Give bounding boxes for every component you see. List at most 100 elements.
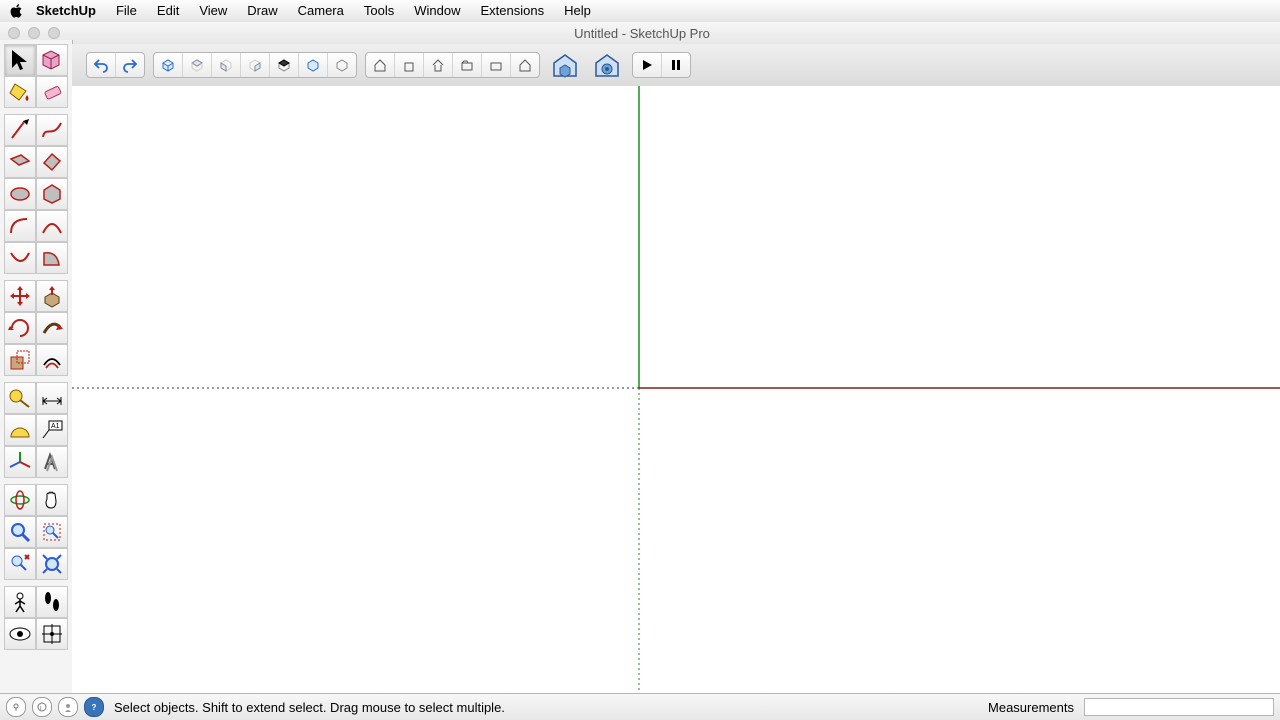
- cube-right-icon: [247, 57, 263, 73]
- house-plus-icon: [372, 57, 388, 73]
- window-titlebar: Untitled - SketchUp Pro: [0, 22, 1280, 45]
- tool-line[interactable]: [4, 114, 36, 146]
- tool-follow-me[interactable]: [36, 312, 68, 344]
- tool-zoom-extents[interactable]: [36, 548, 68, 580]
- view-back-button[interactable]: [270, 53, 299, 77]
- tool-zoom-window[interactable]: [36, 516, 68, 548]
- tool-make-component[interactable]: [36, 44, 68, 76]
- tool-select[interactable]: [4, 44, 36, 76]
- redo-icon: [122, 57, 138, 73]
- scene-mgr-button[interactable]: [511, 53, 539, 77]
- tool-tape-measure[interactable]: [4, 382, 36, 414]
- tool-move[interactable]: [4, 280, 36, 312]
- tool-protractor[interactable]: [4, 414, 36, 446]
- house-up-icon: [430, 57, 446, 73]
- apple-icon[interactable]: [10, 4, 24, 18]
- top-toolbar: [72, 44, 1280, 87]
- measurements-input[interactable]: [1084, 698, 1274, 716]
- tool-offset[interactable]: [36, 344, 68, 376]
- tool-polygon[interactable]: [36, 178, 68, 210]
- cube-front-icon: [218, 57, 234, 73]
- menu-tools[interactable]: Tools: [354, 0, 404, 22]
- large-toolset: A1: [0, 40, 73, 694]
- tool-2point-arc[interactable]: [36, 210, 68, 242]
- scene-del-button[interactable]: [482, 53, 511, 77]
- 3d-warehouse-button[interactable]: [548, 48, 582, 82]
- window-close[interactable]: [8, 27, 20, 39]
- tool-dimension[interactable]: [36, 382, 68, 414]
- signin-icon[interactable]: [58, 697, 78, 717]
- play-icon: [641, 59, 653, 71]
- model-viewport[interactable]: [72, 86, 1280, 694]
- svg-text:A1: A1: [51, 423, 60, 430]
- tool-text[interactable]: A1: [36, 414, 68, 446]
- pause-button[interactable]: [662, 53, 690, 77]
- menu-app[interactable]: SketchUp: [36, 0, 106, 22]
- folder-icon: [459, 57, 475, 73]
- menu-help[interactable]: Help: [554, 0, 601, 22]
- view-top-button[interactable]: [183, 53, 212, 77]
- window-title: Untitled - SketchUp Pro: [60, 26, 1224, 41]
- help-icon[interactable]: ?: [84, 697, 104, 717]
- tool-rectangle[interactable]: [4, 146, 36, 178]
- tool-zoom[interactable]: [4, 516, 36, 548]
- menu-view[interactable]: View: [189, 0, 237, 22]
- window-controls: [0, 27, 60, 39]
- scene-add-button[interactable]: [366, 53, 395, 77]
- view-front-button[interactable]: [212, 53, 241, 77]
- tool-eraser[interactable]: [36, 76, 68, 108]
- tool-freehand[interactable]: [36, 114, 68, 146]
- undo-button[interactable]: [87, 53, 116, 77]
- view-bottom-button[interactable]: [328, 53, 356, 77]
- folder2-icon: [488, 57, 504, 73]
- warehouse-icon: [550, 50, 580, 80]
- cube-back-icon: [276, 57, 292, 73]
- menu-draw[interactable]: Draw: [237, 0, 287, 22]
- menu-edit[interactable]: Edit: [147, 0, 189, 22]
- window-zoom[interactable]: [48, 27, 60, 39]
- scene-update-button[interactable]: [395, 53, 424, 77]
- tool-arc[interactable]: [4, 210, 36, 242]
- tool-walk[interactable]: [36, 586, 68, 618]
- house-icon: [401, 57, 417, 73]
- tool-scale[interactable]: [4, 344, 36, 376]
- tool-section-plane[interactable]: [36, 618, 68, 650]
- tool-circle[interactable]: [4, 178, 36, 210]
- menu-extensions[interactable]: Extensions: [470, 0, 554, 22]
- credits-icon[interactable]: i: [32, 697, 52, 717]
- view-iso-button[interactable]: [154, 53, 183, 77]
- view-left-button[interactable]: [299, 53, 328, 77]
- cube-top-icon: [189, 57, 205, 73]
- ext-warehouse-icon: [592, 50, 622, 80]
- redo-button[interactable]: [116, 53, 144, 77]
- tool-rotated-rectangle[interactable]: [36, 146, 68, 178]
- scene-prev-button[interactable]: [424, 53, 453, 77]
- tool-position-camera[interactable]: [4, 586, 36, 618]
- tool-pan[interactable]: [36, 484, 68, 516]
- tool-pie[interactable]: [36, 242, 68, 274]
- menu-camera[interactable]: Camera: [288, 0, 354, 22]
- tool-paint-bucket[interactable]: [4, 76, 36, 108]
- view-right-button[interactable]: [241, 53, 270, 77]
- cube-left-icon: [305, 57, 321, 73]
- status-hint: Select objects. Shift to extend select. …: [110, 700, 982, 715]
- cube-bottom-icon: [334, 57, 350, 73]
- tool-orbit[interactable]: [4, 484, 36, 516]
- menu-window[interactable]: Window: [404, 0, 470, 22]
- play-button[interactable]: [633, 53, 662, 77]
- tool-3d-text[interactable]: [36, 446, 68, 478]
- measurements-label: Measurements: [988, 700, 1078, 715]
- extension-warehouse-button[interactable]: [590, 48, 624, 82]
- status-bar: i ? Select objects. Shift to extend sele…: [0, 693, 1280, 720]
- tool-rotate[interactable]: [4, 312, 36, 344]
- geolocation-icon[interactable]: [6, 697, 26, 717]
- menu-file[interactable]: File: [106, 0, 147, 22]
- tool-axes[interactable]: [4, 446, 36, 478]
- tool-push-pull[interactable]: [36, 280, 68, 312]
- tool-previous-view[interactable]: [4, 548, 36, 580]
- house2-icon: [517, 57, 533, 73]
- window-minimize[interactable]: [28, 27, 40, 39]
- tool-3point-arc[interactable]: [4, 242, 36, 274]
- scene-next-button[interactable]: [453, 53, 482, 77]
- tool-look-around[interactable]: [4, 618, 36, 650]
